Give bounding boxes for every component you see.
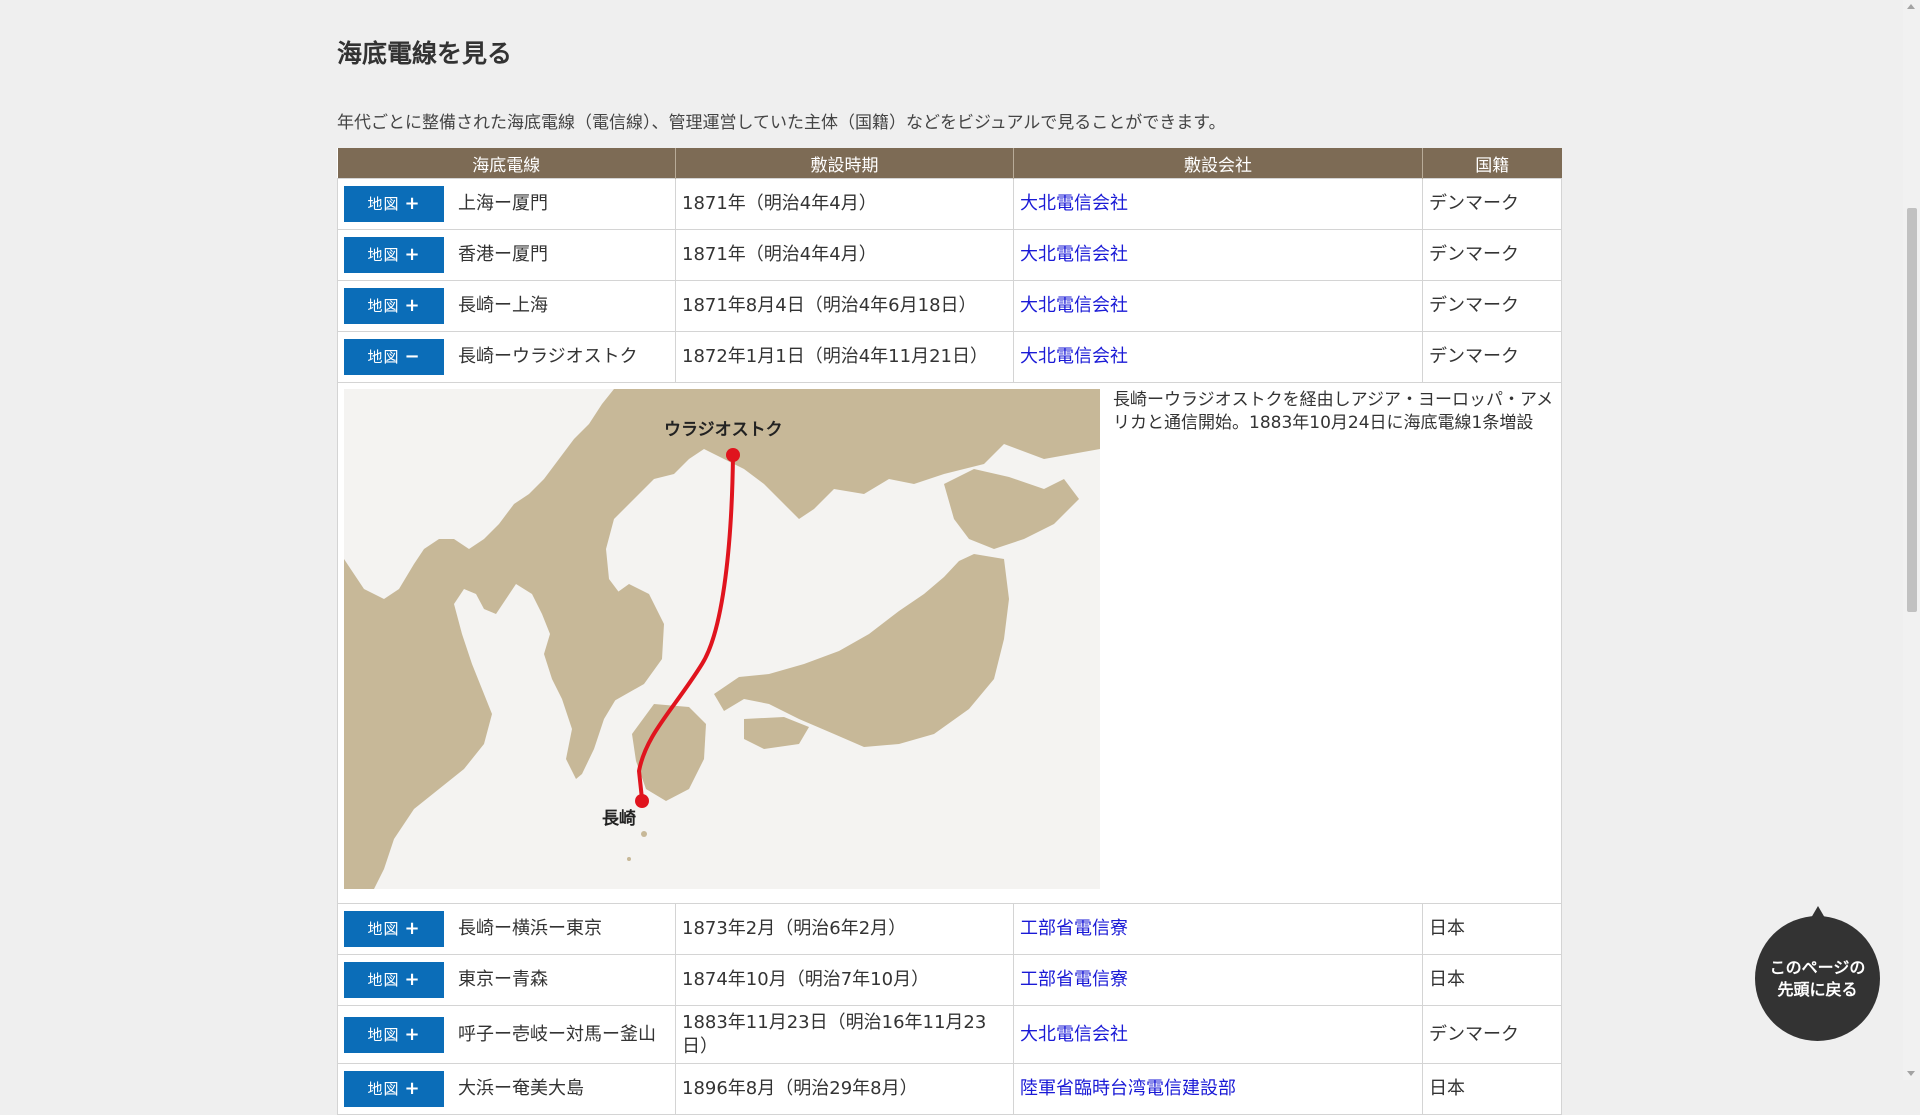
cable-table: 海底電線 敷設時期 敷設会社 国籍 地図 + 上海ー厦門 1871年（明治4年4月… <box>337 148 1562 1115</box>
map-toggle-button[interactable]: 地図 + <box>344 288 444 324</box>
plus-icon: + <box>404 1078 421 1099</box>
table-row: 地図 − 長崎ーウラジオストク 1872年1月1日（明治4年11月21日） 大北電… <box>337 331 1562 383</box>
minus-icon: − <box>404 346 421 367</box>
cable-nationality: デンマーク <box>1422 229 1562 281</box>
company-link[interactable]: 工部省電信寮 <box>1020 918 1128 939</box>
map-toggle-button[interactable]: 地図 + <box>344 1016 444 1053</box>
island <box>641 831 647 837</box>
plus-icon: + <box>404 918 421 939</box>
table-row: 地図 + 呼子ー壱岐ー対馬ー釜山 1883年11月23日（明治16年11月23日）… <box>337 1005 1562 1064</box>
back-to-top-line1: このページの <box>1769 957 1866 977</box>
map-toggle-button[interactable]: 地図 + <box>344 962 444 998</box>
company-link[interactable]: 陸軍省臨時台湾電信建設部 <box>1020 1078 1236 1099</box>
table-header-row: 海底電線 敷設時期 敷設会社 国籍 <box>337 148 1562 179</box>
company-link[interactable]: 工部省電信寮 <box>1020 969 1128 990</box>
cable-name: 大浜ー奄美大島 <box>458 1078 584 1099</box>
plus-icon: + <box>404 969 421 990</box>
scrollbar-thumb[interactable] <box>1907 208 1917 612</box>
map-detail-row: ウラジオストク 長崎 長崎ーウラジオストクを経由しアジア・ヨーロッパ・アメリカと… <box>337 382 1562 904</box>
back-to-top-line2: 先頭に戻る <box>1777 979 1858 999</box>
map-label-vladivostok: ウラジオストク <box>664 420 783 440</box>
endpoint-north <box>726 448 740 462</box>
plus-icon: + <box>404 193 421 214</box>
map-toggle-button[interactable]: 地図 + <box>344 237 444 273</box>
plus-icon: + <box>404 244 421 265</box>
cable-period: 1871年（明治4年4月） <box>675 229 1014 281</box>
page-lead: 年代ごとに整備された海底電線（電信線）、管理運営していた主体（国籍）などをビジュ… <box>337 113 1226 133</box>
header-period: 敷設時期 <box>675 148 1014 179</box>
endpoint-south <box>635 794 649 808</box>
map-description: 長崎ーウラジオストクを経由しアジア・ヨーロッパ・アメリカと通信開始。1883年1… <box>1113 390 1554 433</box>
cable-name: 長崎ー横浜ー東京 <box>458 918 602 939</box>
header-cable: 海底電線 <box>337 148 676 179</box>
map-toggle-button[interactable]: 地図 + <box>344 1071 444 1107</box>
cable-name: 香港ー厦門 <box>458 244 548 265</box>
vertical-scrollbar[interactable] <box>1903 0 1920 1080</box>
company-link[interactable]: 大北電信会社 <box>1020 244 1128 265</box>
cable-period: 1871年8月4日（明治4年6月18日） <box>675 280 1014 332</box>
scroll-up-arrow-icon[interactable] <box>1907 4 1915 9</box>
table-row: 地図 + 上海ー厦門 1871年（明治4年4月） 大北電信会社 デンマーク <box>337 178 1562 230</box>
cable-period: 1896年8月（明治29年8月） <box>675 1063 1014 1115</box>
cable-period: 1873年2月（明治6年2月） <box>675 903 1014 955</box>
map-label-nagasaki: 長崎 <box>602 808 636 829</box>
cable-name: 長崎ーウラジオストク <box>458 346 638 367</box>
page-title: 海底電線を見る <box>337 39 513 68</box>
cable-map: ウラジオストク 長崎 <box>344 389 1100 889</box>
company-link[interactable]: 大北電信会社 <box>1020 346 1128 367</box>
cable-name: 東京ー青森 <box>458 969 548 990</box>
cable-period: 1883年11月23日（明治16年11月23日） <box>675 1005 1014 1064</box>
cable-nationality: 日本 <box>1422 954 1562 1006</box>
map-toggle-button[interactable]: 地図 − <box>344 339 444 375</box>
cable-period: 1871年（明治4年4月） <box>675 178 1014 230</box>
header-company: 敷設会社 <box>1013 148 1423 179</box>
cable-name: 上海ー厦門 <box>458 193 548 214</box>
company-link[interactable]: 大北電信会社 <box>1020 295 1128 316</box>
up-arrow-icon <box>1811 906 1825 918</box>
plus-icon: + <box>404 1023 421 1045</box>
table-row: 地図 + 長崎ー横浜ー東京 1873年2月（明治6年2月） 工部省電信寮 日本 <box>337 903 1562 955</box>
cable-nationality: デンマーク <box>1422 331 1562 383</box>
island <box>627 857 631 861</box>
cable-nationality: デンマーク <box>1422 1005 1562 1064</box>
table-row: 地図 + 長崎ー上海 1871年8月4日（明治4年6月18日） 大北電信会社 デン… <box>337 280 1562 332</box>
table-row: 地図 + 東京ー青森 1874年10月（明治7年10月） 工部省電信寮 日本 <box>337 954 1562 1006</box>
cable-nationality: デンマーク <box>1422 178 1562 230</box>
cable-name: 呼子ー壱岐ー対馬ー釜山 <box>458 1023 656 1045</box>
header-nationality: 国籍 <box>1422 148 1562 179</box>
table-row: 地図 + 大浜ー奄美大島 1896年8月（明治29年8月） 陸軍省臨時台湾電信建設… <box>337 1063 1562 1115</box>
cable-nationality: 日本 <box>1422 903 1562 955</box>
company-link[interactable]: 大北電信会社 <box>1020 1024 1128 1045</box>
back-to-top-button[interactable]: このページの 先頭に戻る <box>1755 906 1880 1041</box>
map-toggle-button[interactable]: 地図 + <box>344 911 444 947</box>
cable-name: 長崎ー上海 <box>458 295 548 316</box>
cable-period: 1874年10月（明治7年10月） <box>675 954 1014 1006</box>
plus-icon: + <box>404 295 421 316</box>
cable-nationality: 日本 <box>1422 1063 1562 1115</box>
scroll-down-arrow-icon[interactable] <box>1907 1071 1915 1076</box>
cable-nationality: デンマーク <box>1422 280 1562 332</box>
company-link[interactable]: 大北電信会社 <box>1020 193 1128 214</box>
table-row: 地図 + 香港ー厦門 1871年（明治4年4月） 大北電信会社 デンマーク <box>337 229 1562 281</box>
cable-period: 1872年1月1日（明治4年11月21日） <box>675 331 1014 383</box>
map-toggle-button[interactable]: 地図 + <box>344 186 444 222</box>
